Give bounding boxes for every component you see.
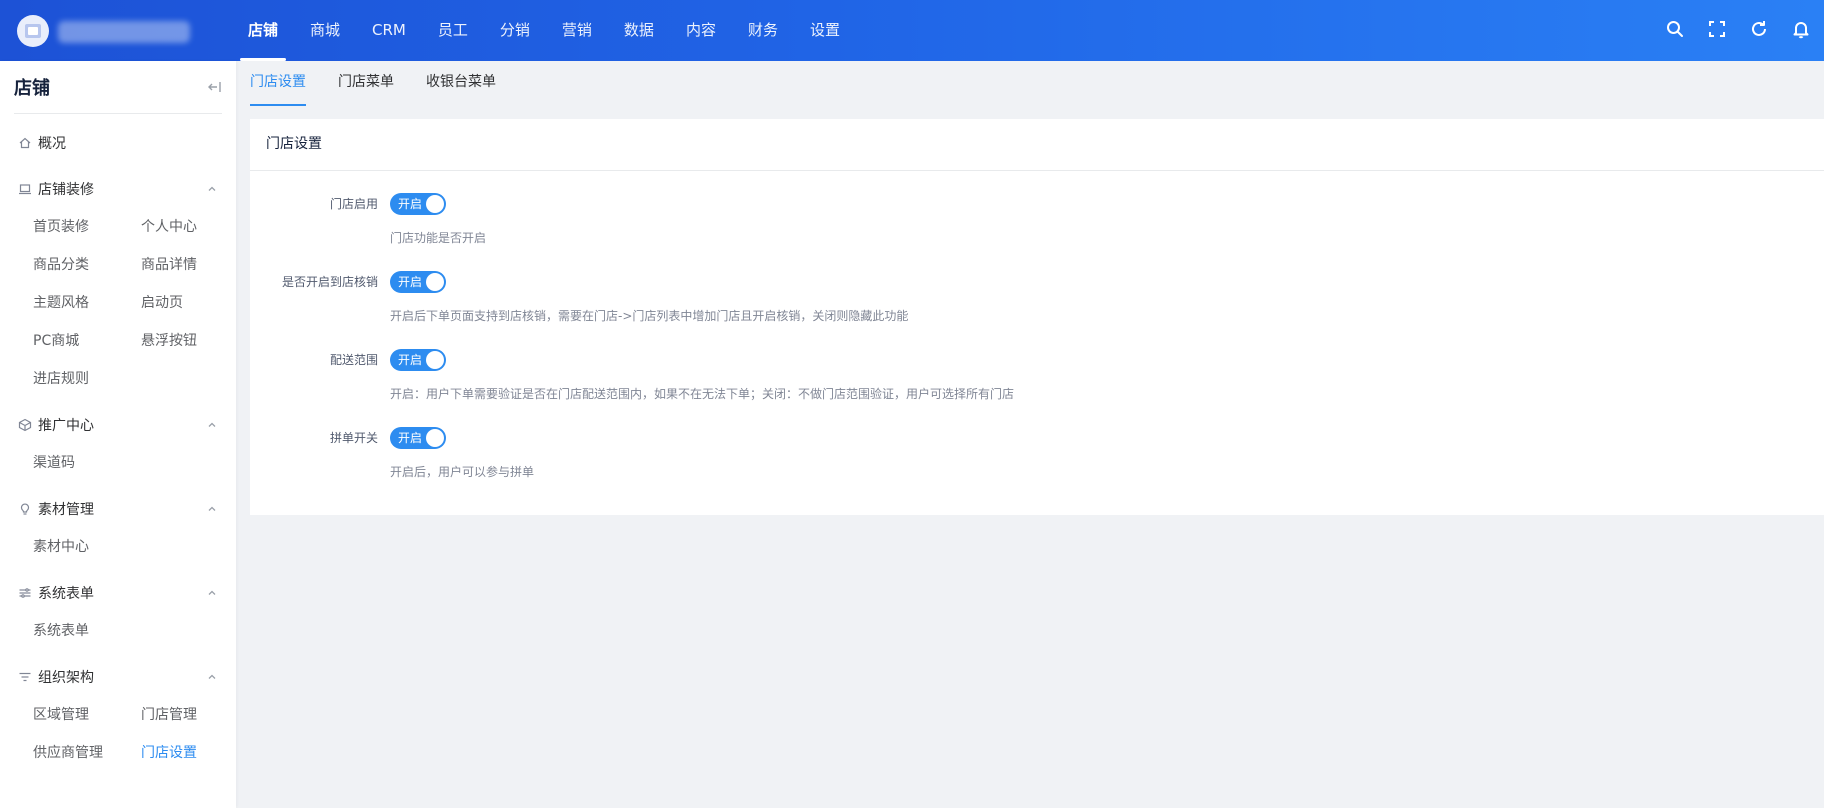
logo-icon[interactable]	[16, 14, 50, 48]
sidebar-group-label: 组织架构	[38, 670, 94, 686]
sidebar-group-items: 系统表单	[0, 612, 236, 650]
form-help-text: 开启后下单页面支持到店核销，需要在门店->门店列表中增加门店且开启核销，关闭则隐…	[390, 309, 909, 323]
top-nav-menu: 店铺 商城 CRM 员工 分销 营销 数据 内容 财务 设置	[232, 0, 856, 61]
switch-text: 开启	[398, 197, 423, 211]
switch-text: 开启	[398, 275, 423, 289]
sidebar-item-pc-mall[interactable]: PC商城	[33, 322, 141, 360]
bulb-icon	[18, 502, 32, 516]
sidebar-item-supplier-management[interactable]: 供应商管理	[33, 734, 141, 772]
group-order-switch[interactable]: 开启	[390, 427, 446, 449]
sidebar-group-system-forms[interactable]: 系统表单	[0, 574, 236, 612]
sidebar-group-items: 渠道码	[0, 444, 236, 482]
sidebar-item-theme-style[interactable]: 主题风格	[33, 284, 141, 322]
laptop-icon	[18, 182, 32, 196]
sidebar-item-region-management[interactable]: 区域管理	[33, 696, 141, 734]
topnav-item-crm[interactable]: CRM	[356, 0, 422, 61]
store-settings-card: 门店设置 门店启用 开启 门店功能是否开启 是否开启到店核销 开启 开启后下单页…	[250, 119, 1824, 515]
form-help-text: 开启后，用户可以参与拼单	[390, 465, 535, 479]
top-navbar: 店铺 商城 CRM 员工 分销 营销 数据 内容 财务 设置	[0, 0, 1824, 61]
sidebar-item-float-button[interactable]: 悬浮按钮	[141, 322, 249, 360]
home-icon	[18, 136, 32, 150]
refresh-icon[interactable]	[1748, 18, 1770, 40]
chevron-up-icon	[206, 671, 218, 683]
switch-text: 开启	[398, 353, 423, 367]
sidebar-item-product-detail[interactable]: 商品详情	[141, 246, 249, 284]
chevron-up-icon	[206, 587, 218, 599]
instore-verification-switch[interactable]: 开启	[390, 271, 446, 293]
sidebar-group-label: 推广中心	[38, 418, 94, 434]
sidebar-group-label: 素材管理	[38, 502, 94, 518]
sidebar-group-items: 区域管理 门店管理 供应商管理 门店设置	[0, 696, 236, 772]
switch-text: 开启	[398, 431, 423, 445]
fullscreen-icon[interactable]	[1706, 18, 1728, 40]
search-icon[interactable]	[1664, 18, 1686, 40]
sidebar-item-entry-rules[interactable]: 进店规则	[33, 360, 141, 398]
chevron-up-icon	[206, 419, 218, 431]
settings-tabs: 门店设置 门店菜单 收银台菜单	[250, 61, 528, 106]
sidebar-item-channel-code[interactable]: 渠道码	[33, 444, 141, 482]
chevron-up-icon	[206, 503, 218, 515]
topnav-item-store[interactable]: 店铺	[232, 0, 294, 61]
switch-knob	[426, 273, 444, 291]
cube-icon	[18, 418, 32, 432]
sidebar-item-personal-center[interactable]: 个人中心	[141, 208, 249, 246]
tab-store-settings[interactable]: 门店设置	[250, 61, 306, 106]
sidebar-item-store-settings[interactable]: 门店设置	[141, 734, 249, 772]
topnav-item-staff[interactable]: 员工	[422, 0, 484, 61]
form-label: 配送范围	[329, 353, 378, 367]
topnav-item-marketing[interactable]: 营销	[546, 0, 608, 61]
card-title: 门店设置	[250, 119, 1824, 171]
topnav-item-settings[interactable]: 设置	[794, 0, 856, 61]
form-help-text: 开启：用户下单需要验证是否在门店配送范围内，如果不在无法下单；关闭：不做门店范围…	[390, 387, 1015, 401]
tab-store-menu[interactable]: 门店菜单	[338, 61, 394, 106]
sidebar-overview-label: 概况	[38, 136, 66, 152]
sidebar-group-material-management[interactable]: 素材管理	[0, 490, 236, 528]
sidebar-header: 店铺	[14, 61, 222, 114]
sidebar-item-system-forms[interactable]: 系统表单	[33, 612, 141, 650]
sidebar-group-label: 系统表单	[38, 586, 94, 602]
switch-knob	[426, 351, 444, 369]
top-toolbar	[1644, 18, 1812, 40]
form-label: 是否开启到店核销	[281, 275, 378, 289]
delivery-range-switch[interactable]: 开启	[390, 349, 446, 371]
form-label: 门店启用	[329, 197, 378, 211]
store-enable-switch[interactable]: 开启	[390, 193, 446, 215]
form-label: 拼单开关	[329, 431, 378, 445]
bell-icon[interactable]	[1790, 18, 1812, 40]
switch-knob	[426, 195, 444, 213]
sidebar-item-product-category[interactable]: 商品分类	[33, 246, 141, 284]
collapse-sidebar-icon[interactable]	[206, 79, 222, 95]
sidebar-item-launch-page[interactable]: 启动页	[141, 284, 249, 322]
sidebar-item-material-center[interactable]: 素材中心	[33, 528, 141, 566]
sidebar-group-promotion-center[interactable]: 推广中心	[0, 406, 236, 444]
topnav-item-distribution[interactable]: 分销	[484, 0, 546, 61]
sidebar-group-items: 首页装修 个人中心 商品分类 商品详情 主题风格 启动页 PC商城 悬浮按钮 进…	[0, 208, 236, 398]
brand-name-blurred	[58, 21, 190, 43]
sidebar-item-store-management[interactable]: 门店管理	[141, 696, 249, 734]
sidebar-group-items: 素材中心	[0, 528, 236, 566]
sidebar: 店铺 概况 店铺装修 首页装修 个人中心 商品分类 商品详情 主题风格 启动页 …	[0, 61, 236, 808]
form-help-text: 门店功能是否开启	[390, 231, 487, 245]
topnav-item-data[interactable]: 数据	[608, 0, 670, 61]
sidebar-item-overview[interactable]: 概况	[0, 124, 236, 162]
topnav-item-content[interactable]: 内容	[670, 0, 732, 61]
sidebar-group-organization[interactable]: 组织架构	[0, 658, 236, 696]
chevron-up-icon	[206, 183, 218, 195]
topnav-item-mall[interactable]: 商城	[294, 0, 356, 61]
switch-knob	[426, 429, 444, 447]
sidebar-group-store-decoration[interactable]: 店铺装修	[0, 170, 236, 208]
filter-icon	[18, 670, 32, 684]
sidebar-item-home-decoration[interactable]: 首页装修	[33, 208, 141, 246]
sliders-icon	[18, 586, 32, 600]
topnav-item-finance[interactable]: 财务	[732, 0, 794, 61]
tab-cashier-menu[interactable]: 收银台菜单	[426, 61, 496, 106]
sidebar-title: 店铺	[14, 78, 50, 99]
sidebar-group-label: 店铺装修	[38, 182, 94, 198]
